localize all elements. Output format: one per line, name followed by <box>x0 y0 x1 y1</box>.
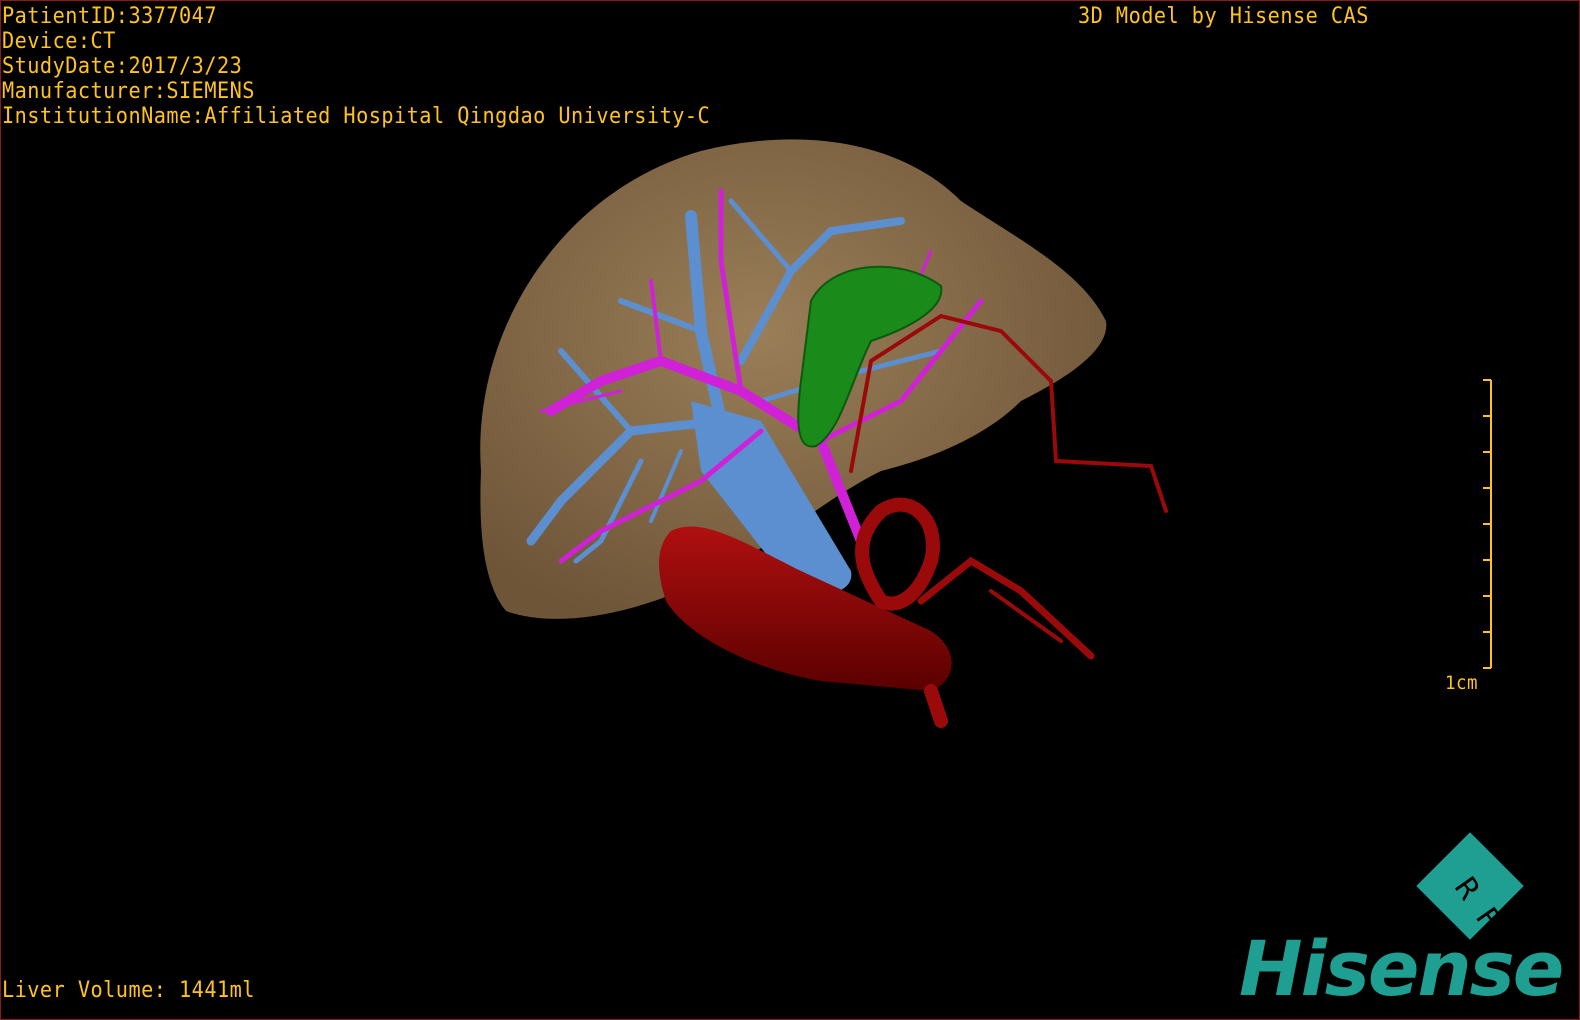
patient-id: PatientID:3377047 <box>2 4 217 29</box>
study-info: PatientID:3377047 Device:CT StudyDate:2017… <box>2 4 710 129</box>
scale-bar-label: 1cm <box>1445 672 1478 694</box>
hisense-wordmark: Hisense <box>1239 924 1564 1013</box>
scale-bar <box>1483 379 1492 669</box>
3d-viewport[interactable]: PatientID:3377047 Device:CT StudyDate:2017… <box>0 0 1580 1020</box>
device: Device:CT <box>2 29 116 54</box>
manufacturer: Manufacturer:SIEMENS <box>2 79 255 104</box>
model-caption: 3D Model by Hisense CAS <box>1078 4 1369 29</box>
institution-name: InstitutionName:Affiliated Hospital Qing… <box>2 104 711 129</box>
liver-volume: Liver Volume: 1441ml <box>2 978 255 1003</box>
study-date: StudyDate:2017/3/23 <box>2 54 243 79</box>
